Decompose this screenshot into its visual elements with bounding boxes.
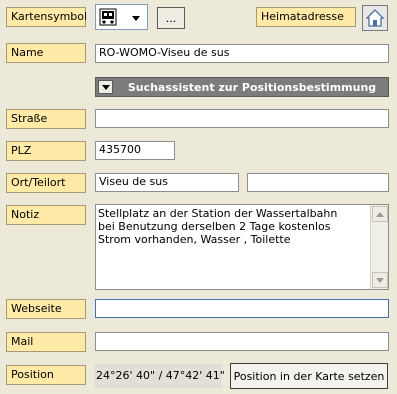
notiz-scrollbar[interactable]: [370, 205, 388, 289]
chevron-down-icon: [101, 84, 110, 90]
kartensymbol-dropdown[interactable]: [95, 4, 148, 30]
webseite-field[interactable]: [95, 299, 389, 318]
chevron-down-icon: [132, 16, 140, 21]
notiz-line: bei Benutzung derselben 2 Tage kostenlos: [98, 220, 331, 233]
position-set-label: Position in der Karte setzen: [233, 369, 385, 383]
scroll-down-button[interactable]: [372, 272, 388, 288]
position-value: 24°26' 40" / 47°42' 41": [95, 364, 225, 388]
strasse-field[interactable]: [95, 109, 389, 128]
notiz-line: Strom vorhanden, Wasser , Toilette: [98, 233, 291, 246]
mail-field[interactable]: [95, 332, 389, 351]
scroll-up-button[interactable]: [372, 206, 388, 222]
notiz-line: Stellplatz an der Station der Wassertalb…: [98, 207, 338, 220]
label-name: Name: [6, 43, 86, 63]
plz-field[interactable]: 435700: [95, 141, 175, 160]
ellipsis-label: ...: [165, 11, 177, 25]
suchassistent-bar[interactable]: Suchassistent zur Positionsbestimmung: [95, 77, 389, 97]
label-mail: Mail: [6, 332, 86, 352]
label-notiz: Notiz: [6, 205, 86, 225]
label-position: Position: [6, 365, 86, 385]
chevron-down-icon: [376, 277, 384, 283]
ort-field[interactable]: Viseu de sus: [95, 173, 239, 192]
label-strasse: Straße: [6, 109, 86, 129]
suchassistent-toggle-button[interactable]: [98, 80, 113, 94]
position-set-button[interactable]: Position in der Karte setzen: [230, 363, 388, 389]
kartensymbol-browse-button[interactable]: ...: [157, 7, 185, 29]
home-icon: [365, 8, 385, 28]
label-ort-teilort: Ort/Teilort: [6, 173, 86, 193]
chevron-up-icon: [376, 211, 384, 217]
name-field[interactable]: RO-WOMO-Viseu de sus: [95, 44, 389, 63]
train-icon: [99, 8, 117, 26]
heimatadresse-button[interactable]: [362, 5, 388, 31]
label-kartensymbol: Kartensymbol: [6, 7, 87, 27]
suchassistent-label: Suchassistent zur Positionsbestimmung: [127, 81, 377, 94]
label-plz: PLZ: [6, 141, 86, 161]
notiz-textarea[interactable]: Stellplatz an der Station der Wassertalb…: [95, 204, 389, 290]
label-heimatadresse: Heimatadresse: [256, 7, 356, 27]
label-webseite: Webseite: [6, 299, 86, 319]
notiz-text: Stellplatz an der Station der Wassertalb…: [98, 207, 366, 246]
teilort-field[interactable]: [247, 173, 389, 192]
